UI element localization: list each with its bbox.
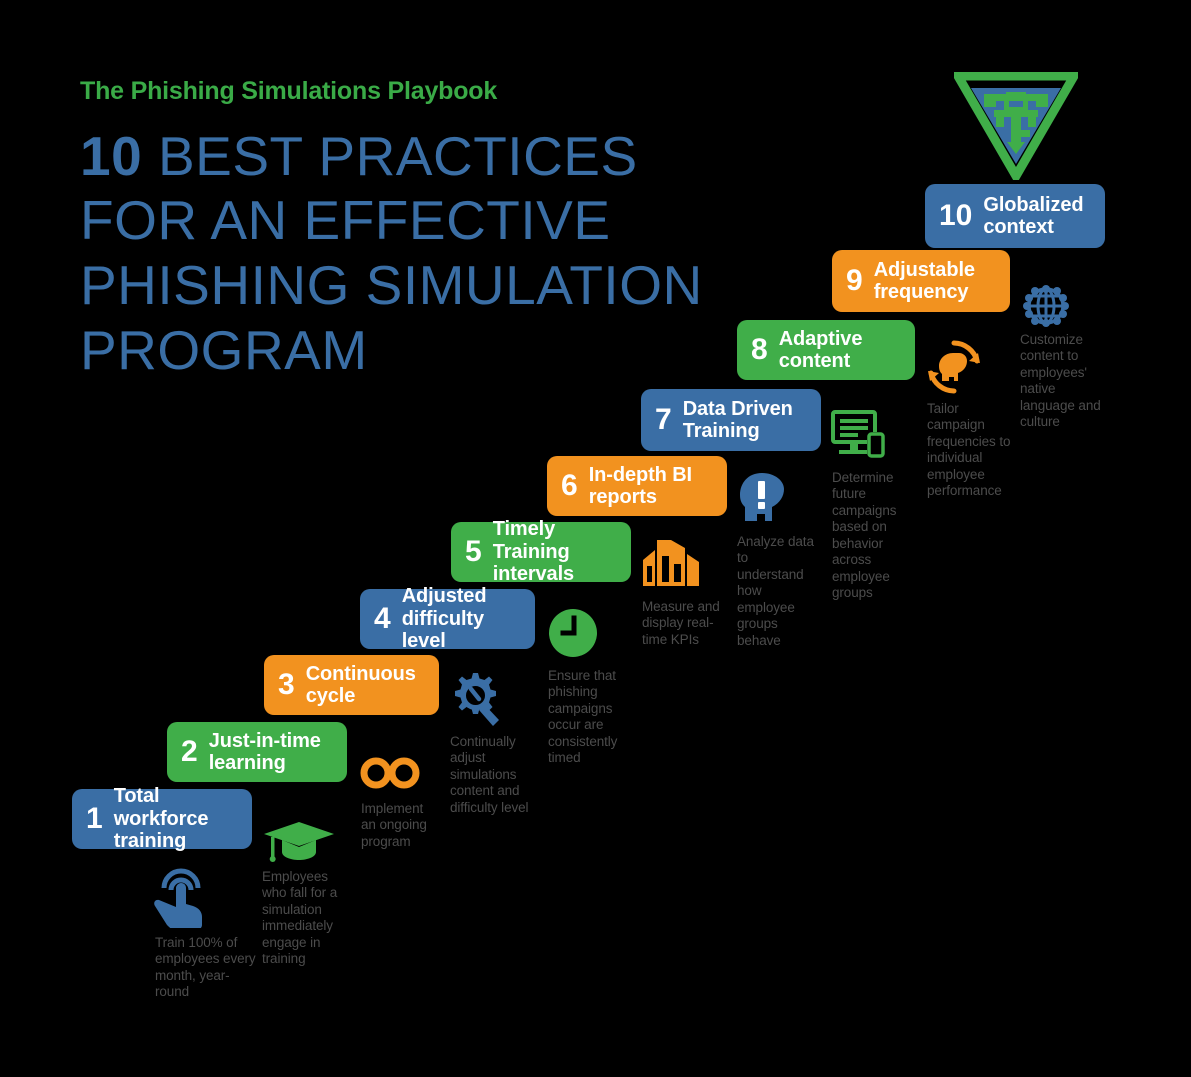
header: The Phishing Simulations Playbook 10 BES… — [80, 77, 720, 384]
headline-number: 10 — [80, 124, 143, 187]
step-8-number: 8 — [751, 333, 768, 366]
step-3-number: 3 — [278, 668, 295, 701]
step-10-caption: Customize content to employees' native l… — [1020, 332, 1101, 430]
step-3-title: Continuous cycle — [305, 662, 416, 707]
step-5-title: Timely Training intervals — [492, 518, 575, 586]
step-2-title: Just-in-time learning — [208, 729, 321, 774]
step-8-title: Adaptive content — [778, 327, 863, 372]
step-4-number: 4 — [374, 602, 391, 635]
graduation-cap-icon — [262, 820, 336, 864]
tap-hand-icon — [152, 866, 210, 928]
step-2-pill[interactable]: 2 Just-in-time learning — [167, 722, 347, 782]
head-refresh-icon — [926, 339, 982, 395]
step-3-pill[interactable]: 3 Continuous cycle — [264, 655, 439, 715]
eyebrow-title: The Phishing Simulations Playbook — [80, 77, 498, 105]
step-9-pill[interactable]: 9 Adjustable frequency — [832, 250, 1010, 312]
globe-icon — [1019, 279, 1073, 333]
step-5-pill[interactable]: 5 Timely Training intervals — [451, 518, 631, 585]
page-title: 10 BEST PRACTICES FOR AN EFFECTIVE PHISH… — [80, 124, 720, 384]
step-4-title: Adjusted difficulty level — [401, 585, 487, 653]
gear-magnifier-icon — [449, 671, 507, 729]
step-7-caption: Analyze data to understand how employee … — [737, 534, 814, 648]
step-6-pill[interactable]: 6 In-depth BI reports — [547, 456, 727, 516]
step-6-caption: Measure and display real-time KPIs — [642, 599, 720, 647]
step-4-pill[interactable]: 4 Adjusted difficulty level — [360, 585, 535, 652]
step-9-caption: Tailor campaign frequencies to individua… — [927, 401, 1011, 499]
step-1-pill[interactable]: 1 Total workforce training — [72, 785, 252, 852]
step-9-title: Adjustable frequency — [873, 258, 975, 303]
step-2-number: 2 — [181, 735, 198, 768]
step-6-number: 6 — [561, 469, 578, 502]
step-8-caption: Determine future campaigns based on beha… — [832, 470, 897, 601]
headline-rest: BEST PRACTICES FOR AN EFFECTIVE PHISHING… — [80, 124, 703, 382]
infinity-icon — [360, 755, 420, 791]
step-1-title: Total workforce training — [113, 785, 209, 853]
step-7-title: Data Driven Training — [682, 397, 793, 442]
step-5-caption: Ensure that phishing campaigns occur are… — [548, 668, 618, 766]
step-4-caption: Continually adjust simulations content a… — [450, 734, 529, 815]
step-2-caption: Employees who fall for a simulation imme… — [262, 869, 338, 967]
bar-chart-3d-icon — [641, 536, 701, 596]
step-5-number: 5 — [465, 535, 482, 568]
superhero-shield-icon — [950, 71, 1082, 185]
step-1-number: 1 — [86, 802, 103, 835]
step-7-number: 7 — [655, 403, 672, 436]
step-3-caption: Implement an ongoing program — [361, 801, 427, 849]
step-6-title: In-depth BI reports — [588, 463, 693, 508]
monitor-mobile-icon — [831, 410, 887, 460]
step-7-pill[interactable]: 7 Data Driven Training — [641, 389, 821, 451]
step-10-title: Globalized context — [983, 193, 1084, 238]
step-1-caption: Train 100% of employees every month, yea… — [155, 935, 256, 1000]
step-10-pill[interactable]: 10 Globalized context — [925, 184, 1105, 248]
step-10-number: 10 — [939, 199, 973, 232]
head-exclamation-icon — [736, 471, 792, 529]
step-9-number: 9 — [846, 264, 863, 297]
clock-icon — [547, 607, 599, 659]
step-8-pill[interactable]: 8 Adaptive content — [737, 320, 915, 380]
